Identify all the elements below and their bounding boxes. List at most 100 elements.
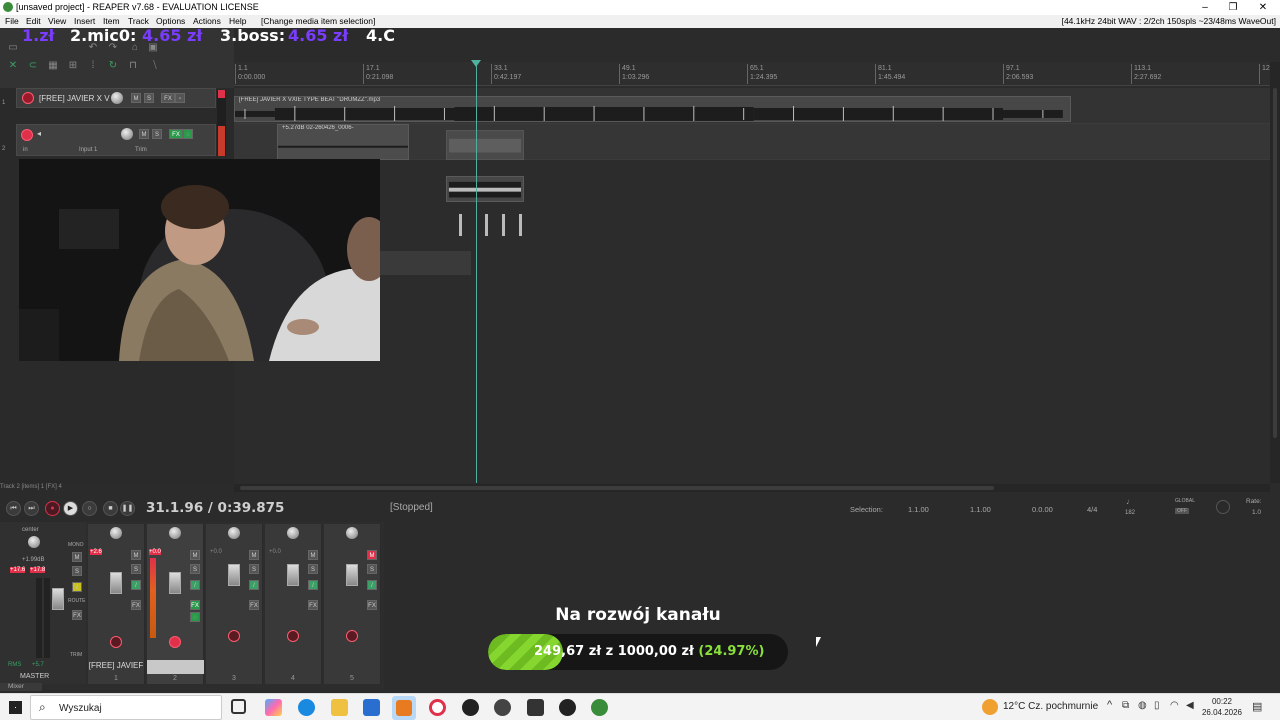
pan-knob[interactable]	[110, 527, 122, 539]
record-arm-button-active[interactable]	[169, 636, 181, 648]
fx-button[interactable]: FX	[72, 610, 82, 620]
volume-fader[interactable]	[287, 564, 299, 586]
mixer-tab[interactable]: Mixer	[0, 683, 42, 691]
volume-fader[interactable]	[169, 572, 181, 594]
volume-knob[interactable]	[121, 128, 133, 140]
dotted-grid-icon[interactable]: ⁞	[86, 60, 100, 72]
mono-button[interactable]: MONO	[68, 542, 84, 548]
davinci-icon[interactable]	[559, 699, 576, 716]
solo-button[interactable]: S	[367, 564, 377, 574]
pan-knob[interactable]	[287, 527, 299, 539]
mute-button-active[interactable]: M	[367, 550, 377, 560]
mute-button[interactable]: M	[190, 550, 200, 560]
volume-fader[interactable]	[346, 564, 358, 586]
record-arm-button[interactable]	[110, 636, 122, 648]
horizontal-scrollbar[interactable]	[234, 484, 1270, 492]
playrate-knob[interactable]	[1216, 500, 1230, 514]
fx-button[interactable]: FX	[131, 600, 141, 610]
menu-help[interactable]: Help	[229, 16, 246, 26]
taskbar-clock[interactable]: 00:22 26.04.2026	[1197, 696, 1247, 718]
record-arm-button[interactable]	[22, 92, 34, 104]
edge-icon[interactable]	[298, 699, 315, 716]
close-button[interactable]: ✕	[1248, 0, 1278, 15]
global-automation-state[interactable]: OFF	[1175, 508, 1189, 514]
volume-icon[interactable]: ◀	[1186, 700, 1194, 711]
timeline-ruler[interactable]: 1.1 0:00.000 17.1 0:21.098 33.1 0:42.197 49…	[234, 62, 1280, 86]
app-icon[interactable]	[527, 699, 544, 716]
grid-icon[interactable]: ▦	[46, 60, 60, 72]
track-1-header[interactable]: [FREE] JAVIER X V M S FX ▫	[16, 88, 216, 108]
tempo-bpm[interactable]: 182	[1125, 510, 1135, 516]
open-icon[interactable]: ▭	[6, 42, 20, 54]
fx-button[interactable]: FX	[249, 600, 259, 610]
fx-button[interactable]: FX	[161, 93, 175, 103]
reaper-icon[interactable]	[591, 699, 608, 716]
solo-button[interactable]: S	[308, 564, 318, 574]
selection-length[interactable]: 0.0.00	[1032, 505, 1053, 514]
fx-button[interactable]: FX	[308, 600, 318, 610]
settings-gear-icon[interactable]	[494, 699, 511, 716]
record-arm-button[interactable]	[228, 630, 240, 642]
menu-options[interactable]: Options	[156, 16, 185, 26]
go-to-end-button[interactable]: ⏭	[24, 501, 39, 516]
solo-button[interactable]: S	[144, 93, 154, 103]
fx-chain-icon[interactable]: /	[131, 580, 141, 590]
fx-chain-icon[interactable]: /	[72, 582, 82, 592]
scroll-thumb[interactable]	[1273, 88, 1277, 438]
solo-button[interactable]: S	[131, 564, 141, 574]
menu-actions[interactable]: Actions	[193, 16, 221, 26]
play-button[interactable]: ▶	[63, 501, 78, 516]
notifications-icon[interactable]: ▤	[1252, 700, 1262, 713]
mixer-strip-4[interactable]: +0.0 M S / FX 4	[265, 524, 322, 684]
go-to-start-button[interactable]: ⏮	[6, 501, 21, 516]
link-icon[interactable]: ⊂	[26, 60, 40, 72]
solo-button[interactable]: S	[249, 564, 259, 574]
pause-button[interactable]: ❚❚	[120, 501, 135, 516]
fx-button-active[interactable]: FX	[169, 129, 183, 139]
battery-icon[interactable]: ▯	[1154, 700, 1160, 711]
mute-button[interactable]: M	[131, 550, 141, 560]
media-item-clip[interactable]	[446, 176, 524, 202]
tray-icon[interactable]: ◍	[1138, 700, 1147, 711]
active-app-background[interactable]	[392, 696, 416, 720]
mixer-strip-2[interactable]: +0.0 M S / FX ◌ 2	[147, 524, 204, 684]
time-signature[interactable]: 4/4	[1087, 505, 1097, 514]
fx-button-active[interactable]: FX	[190, 600, 200, 610]
route-button[interactable]: ROUTE	[68, 598, 86, 604]
menu-view[interactable]: View	[48, 16, 66, 26]
network-icon[interactable]: ◠	[1170, 700, 1179, 711]
weather-icon[interactable]	[982, 699, 998, 715]
playhead-marker-icon[interactable]	[471, 60, 481, 67]
solo-button[interactable]: S	[72, 566, 82, 576]
mute-button[interactable]: M	[139, 129, 149, 139]
master-fader[interactable]	[52, 588, 64, 610]
record-arm-button[interactable]	[346, 630, 358, 642]
tray-icon[interactable]: ⧉	[1122, 700, 1129, 711]
solo-button[interactable]: S	[152, 129, 162, 139]
mute-button[interactable]: M	[131, 93, 141, 103]
mute-button[interactable]: M	[308, 550, 318, 560]
volume-fader[interactable]	[228, 564, 240, 586]
fx-chain-icon[interactable]: /	[249, 580, 259, 590]
master-pan-knob[interactable]	[28, 536, 40, 548]
strip-name-box[interactable]	[147, 660, 204, 674]
fx-chain-icon[interactable]: /	[190, 580, 200, 590]
restore-button[interactable]: ❐	[1218, 0, 1248, 15]
menu-insert[interactable]: Insert	[74, 16, 95, 26]
repeat-button[interactable]: ○	[82, 501, 97, 516]
selection-start[interactable]: 1.1.00	[908, 505, 929, 514]
store-icon[interactable]	[363, 699, 380, 716]
fx-bypass-icon[interactable]: ◌	[183, 129, 193, 139]
fx-chain-icon[interactable]: /	[308, 580, 318, 590]
pan-knob[interactable]	[346, 527, 358, 539]
mute-button[interactable]: M	[72, 552, 82, 562]
copilot-icon[interactable]	[265, 699, 282, 716]
auto-xfade-icon[interactable]: ⧹	[148, 60, 162, 72]
menu-file[interactable]: File	[5, 16, 19, 26]
monitor-icon[interactable]: ◂	[37, 129, 41, 138]
obs-icon[interactable]	[462, 699, 479, 716]
stop-button[interactable]: ■	[103, 501, 118, 516]
media-item-clip[interactable]	[446, 130, 524, 160]
empty-item[interactable]	[379, 251, 471, 275]
strip-name[interactable]: [FREE] JAVIEF	[88, 661, 144, 670]
